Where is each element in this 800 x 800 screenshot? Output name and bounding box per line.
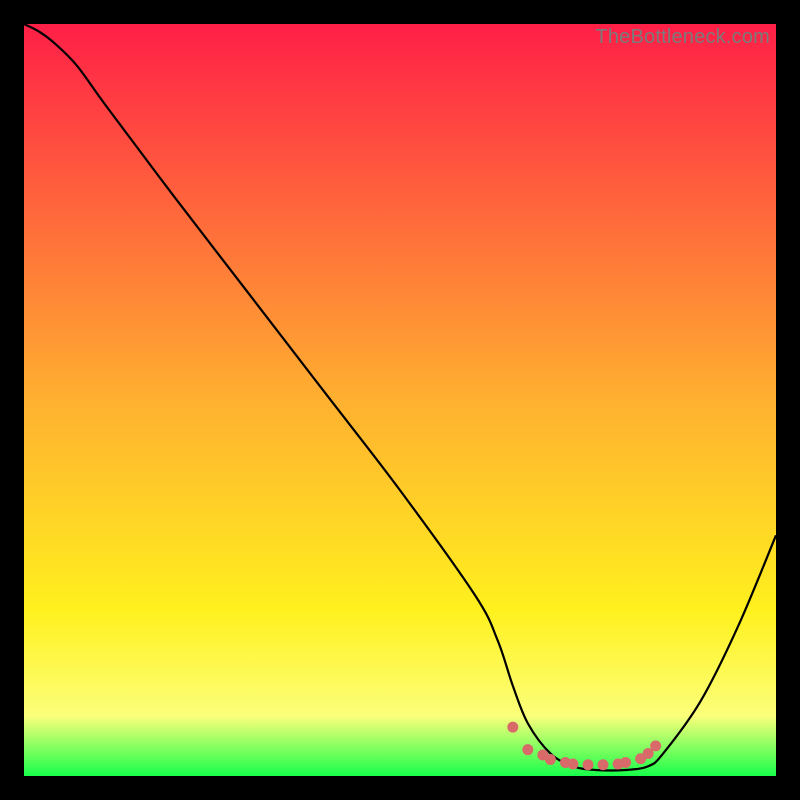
chart-dot: [507, 722, 518, 733]
chart-dot: [620, 757, 631, 768]
chart-background: [24, 24, 776, 776]
chart-dot: [522, 744, 533, 755]
chart-dot: [583, 759, 594, 770]
chart-dot: [567, 758, 578, 769]
watermark-text: TheBottleneck.com: [595, 26, 770, 49]
chart-plot: [24, 24, 776, 776]
chart-dot: [650, 740, 661, 751]
chart-dot: [545, 754, 556, 765]
chart-dot: [598, 759, 609, 770]
chart-frame: TheBottleneck.com: [24, 24, 776, 776]
